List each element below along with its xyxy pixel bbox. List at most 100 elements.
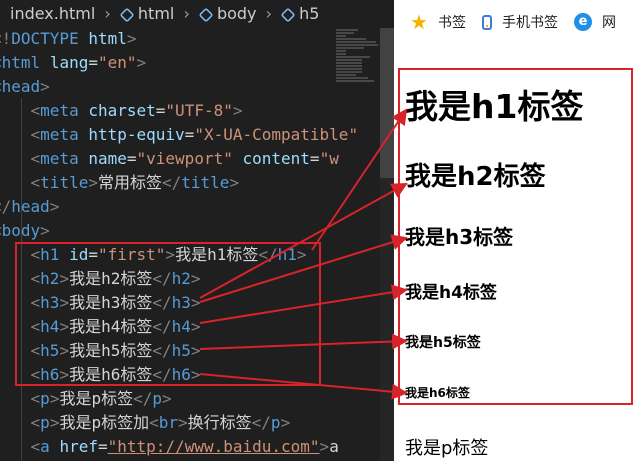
code-token: =	[97, 437, 108, 456]
rendered-h3: 我是h3标签	[405, 225, 514, 249]
code-token: >	[232, 101, 243, 120]
code-token: </	[251, 413, 271, 432]
code-token: >	[49, 413, 60, 432]
edge-icon: e	[574, 13, 592, 31]
code-line[interactable]: <title>常用标签</title>	[0, 171, 358, 195]
code-token: charset	[88, 101, 156, 120]
code-token: meta	[40, 149, 79, 168]
code-line[interactable]: <meta http-equiv="X-UA-Compatible"	[0, 123, 359, 147]
code-token: >	[229, 173, 240, 192]
code-token: lang	[49, 53, 89, 72]
code-token: p	[40, 389, 50, 408]
bookmark-label: 书签	[438, 15, 466, 31]
code-token: >	[136, 53, 147, 72]
element-icon	[280, 7, 296, 22]
code-token: <	[30, 125, 41, 144]
breadcrumb-file[interactable]: index.html	[10, 0, 95, 28]
star-icon: ★	[410, 10, 428, 34]
code-line[interactable]: <!DOCTYPE html>	[0, 27, 358, 51]
rendered-paragraph: 我是p标签	[405, 438, 489, 459]
code-token: p	[270, 413, 281, 432]
code-line[interactable]: <p>我是p标签</p>	[0, 387, 358, 411]
code-token: >	[178, 413, 188, 432]
code-token: "w	[319, 149, 339, 168]
code-line[interactable]: <a href="http://www.baidu.com">a	[0, 435, 358, 459]
bookmark-item[interactable]: e 网	[574, 12, 616, 32]
code-token: a	[329, 437, 339, 456]
code-token: <	[149, 413, 159, 432]
bookmark-item[interactable]: ★ 书签	[410, 12, 466, 32]
code-token: >	[319, 437, 330, 456]
code-line[interactable]: <head>	[0, 75, 358, 99]
code-token: <	[30, 173, 41, 192]
code-token: 换行标签	[187, 413, 252, 432]
code-line[interactable]: <html lang="en">	[0, 51, 358, 75]
code-token: content	[242, 149, 310, 168]
code-token: html	[88, 29, 127, 48]
code-token: <	[30, 101, 41, 120]
code-token: >	[49, 197, 60, 216]
breadcrumb-item-h5[interactable]: h5	[299, 0, 319, 28]
code-token: >	[126, 29, 137, 48]
rendered-h1: 我是h1标签	[405, 87, 584, 126]
rendered-h4: 我是h4标签	[405, 283, 497, 303]
code-token: href	[59, 437, 98, 456]
code-token: 我是p标签加	[59, 413, 150, 432]
code-token: p	[152, 389, 162, 408]
chevron-right-icon: ›	[265, 4, 273, 23]
code-token: =	[88, 53, 98, 72]
code-token: >	[40, 77, 50, 96]
minimap[interactable]	[336, 28, 380, 118]
bookmarks-bar: ★ 书签 手机书签 e 网	[394, 0, 637, 44]
code-token: "X-UA-Compatible"	[194, 125, 359, 144]
code-token: </	[162, 173, 182, 192]
code-line[interactable]: <meta charset="UTF-8">	[0, 99, 358, 123]
code-line[interactable]: <meta name="viewport" content="w	[0, 147, 358, 171]
code-line[interactable]: <body>	[0, 219, 358, 243]
code-token: >	[88, 173, 98, 192]
code-token: head	[1, 77, 41, 96]
code-token: =	[309, 149, 320, 168]
code-token: =	[184, 125, 195, 144]
code-editor[interactable]: index.html › html › body › h5 <!DOCTYPE …	[0, 0, 394, 461]
heading-code-highlight	[15, 242, 321, 386]
code-token: "viewport"	[136, 149, 233, 168]
code-line[interactable]: </head>	[0, 195, 358, 219]
code-token: =	[126, 149, 137, 168]
chevron-right-icon: ›	[104, 4, 111, 23]
code-line[interactable]: <p>我是p标签加<br>换行标签</p>	[0, 411, 358, 435]
code-token: html	[1, 53, 41, 72]
code-token: <	[30, 437, 41, 456]
code-token: "UTF-8"	[165, 101, 233, 120]
code-token: meta	[40, 125, 79, 144]
rendered-h2: 我是h2标签	[405, 162, 546, 192]
chevron-right-icon: ›	[183, 4, 190, 23]
scrollbar-thumb[interactable]	[380, 28, 394, 178]
code-token: <!	[0, 29, 12, 48]
code-token: p	[40, 413, 50, 432]
code-token: >	[40, 221, 50, 240]
bookmark-item[interactable]: 手机书签	[482, 12, 558, 32]
code-token: title	[40, 173, 89, 192]
rendered-h5: 我是h5标签	[405, 335, 481, 351]
code-token: "http://www.baidu.com"	[107, 437, 320, 456]
bookmark-label: 网	[602, 15, 616, 31]
breadcrumb-item-body[interactable]: body	[217, 0, 257, 28]
code-token: meta	[40, 101, 79, 120]
bookmark-label: 手机书签	[502, 15, 558, 31]
code-token: 常用标签	[97, 173, 162, 192]
code-token: name	[88, 149, 127, 168]
code-token: >	[49, 389, 60, 408]
code-token: 我是p标签	[59, 389, 134, 408]
code-token: </	[0, 197, 12, 216]
code-token: >	[280, 413, 291, 432]
breadcrumb-item-html[interactable]: html	[138, 0, 174, 28]
code-token: a	[40, 437, 50, 456]
